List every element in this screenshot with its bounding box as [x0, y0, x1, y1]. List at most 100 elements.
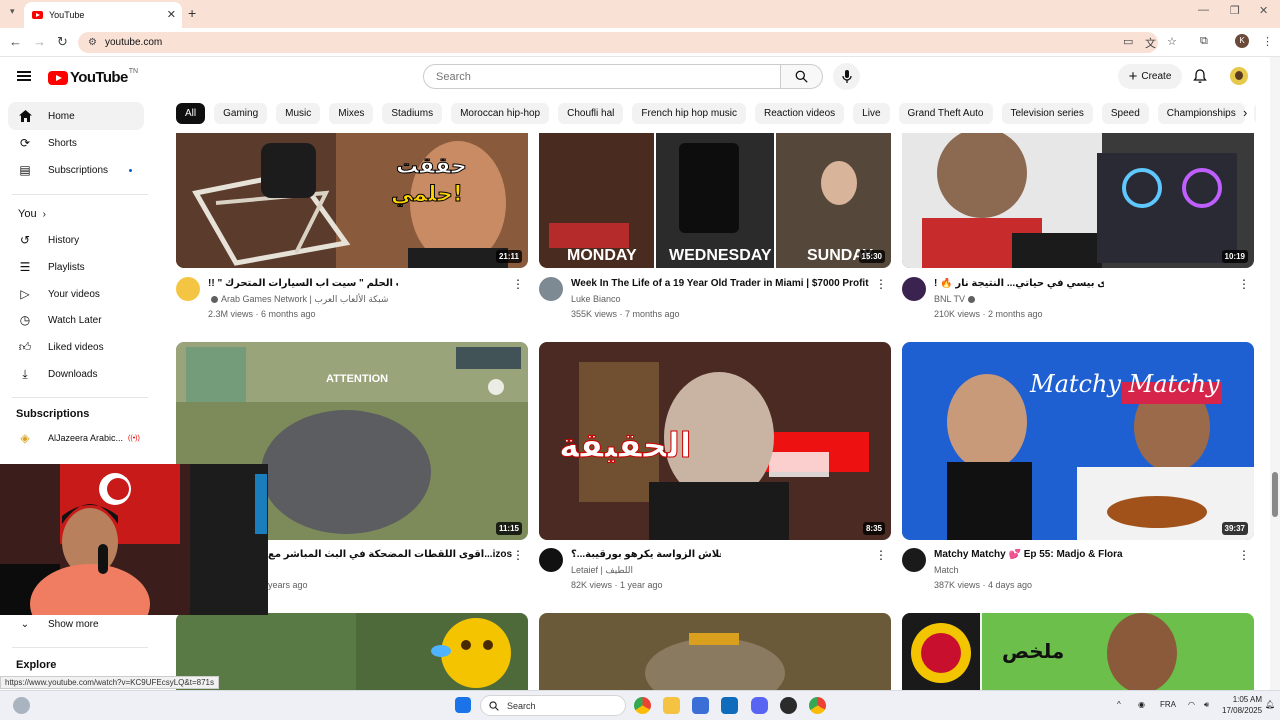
language-indicator[interactable]: FRA	[1160, 700, 1176, 709]
discord-icon[interactable]	[751, 697, 768, 714]
filter-chip[interactable]: Music	[276, 103, 321, 124]
channel-name[interactable]: Arab Games Network | شبكة الألعاب العرب	[208, 294, 388, 305]
page-scrollbar-thumb[interactable]	[1272, 472, 1278, 517]
filter-chip[interactable]: French hip hop music	[632, 103, 746, 124]
channel-name[interactable]: Luke Bianco	[571, 294, 621, 304]
browser-profile-avatar[interactable]: K	[1235, 34, 1249, 48]
omnibox[interactable]: ⚙ youtube.com	[78, 32, 1158, 53]
more-actions-icon[interactable]: ⋮	[875, 277, 887, 291]
tab-youtube[interactable]: YouTube ✕	[24, 2, 182, 28]
youtube-logo[interactable]: YouTube TN	[48, 68, 138, 86]
store-icon[interactable]	[692, 697, 709, 714]
sidebar-item-home[interactable]: Home	[8, 102, 144, 130]
video-title[interactable]: Week In The Life of a 19 Year Old Trader…	[571, 278, 871, 289]
filter-chip[interactable]: Mods	[1253, 103, 1256, 124]
translate-icon[interactable]: 文	[1145, 35, 1156, 51]
sidebar-item-liked-videos[interactable]: 👍︎ Liked videos	[8, 333, 144, 361]
video-thumbnail[interactable]: Matchy Matchy 39:37	[902, 342, 1254, 540]
video-thumbnail[interactable]: ملخص	[902, 613, 1254, 690]
filter-chip[interactable]: Television series	[1001, 103, 1093, 124]
filter-chip[interactable]: Reaction videos	[755, 103, 845, 124]
account-avatar[interactable]	[1230, 67, 1248, 85]
tab-search-icon[interactable]: ▾	[10, 6, 15, 17]
filter-chip[interactable]: Choufli hal	[558, 103, 624, 124]
channel-avatar[interactable]	[176, 277, 200, 301]
tab-close-icon[interactable]: ✕	[167, 8, 176, 21]
browser-menu-icon[interactable]: ⋮	[1262, 35, 1273, 48]
notifications-bell-icon[interactable]	[1193, 69, 1207, 84]
video-title[interactable]: أقوى اللقطات المضحكة في البث المباشر مع.…	[268, 549, 518, 560]
video-thumbnail[interactable]: حققت حلمي! 21:11	[176, 133, 528, 268]
site-info-icon[interactable]: ⚙	[88, 37, 97, 48]
search-input[interactable]	[423, 64, 781, 89]
channel-avatar[interactable]	[902, 548, 926, 572]
more-actions-icon[interactable]: ⋮	[512, 277, 524, 291]
chrome-active-app-icon[interactable]	[809, 697, 826, 714]
video-thumbnail[interactable]	[539, 613, 891, 690]
page-scrollbar-track[interactable]	[1270, 57, 1280, 690]
extensions-icon[interactable]: ⧉	[1200, 35, 1208, 48]
sidebar-item-history[interactable]: ↺ History	[8, 226, 144, 254]
more-actions-icon[interactable]: ⋮	[512, 548, 524, 562]
video-title[interactable]: ! 🔥 ركّبت أقوى بيسي في حياتي... النتيجة …	[934, 278, 1104, 289]
channel-name[interactable]: Match	[934, 565, 959, 575]
taskbar-search[interactable]: Search	[480, 695, 626, 716]
new-tab-icon[interactable]: +	[188, 5, 196, 21]
bookmark-star-icon[interactable]: ☆	[1167, 35, 1177, 48]
channel-avatar[interactable]	[902, 277, 926, 301]
search-button[interactable]	[781, 64, 823, 89]
more-actions-icon[interactable]: ⋮	[1238, 277, 1250, 291]
video-title[interactable]: علاش الزواسة يكرهو بورقيبة...؟	[571, 549, 721, 560]
sidebar-item-downloads[interactable]: ⤓ Downloads	[8, 360, 144, 388]
weather-widget-icon[interactable]	[13, 697, 30, 714]
sidebar-item-your-videos[interactable]: ▷ Your videos	[8, 280, 144, 308]
app-icon[interactable]	[780, 697, 797, 714]
filter-chip[interactable]: Mixes	[329, 103, 374, 124]
volume-icon[interactable]: 🔊︎	[1204, 700, 1209, 710]
sidebar-sub-aljazeera[interactable]: ◈ AlJazeera Arabic... ((•))	[8, 424, 144, 452]
sidebar-item-playlists[interactable]: ☰ Playlists	[8, 253, 144, 281]
minimize-icon[interactable]: —	[1198, 4, 1209, 16]
reload-icon[interactable]: ↻	[57, 34, 68, 50]
video-title[interactable]: !! " حققت الحلم " سيت اب السيارات المتحر…	[208, 278, 398, 289]
window-close-icon[interactable]: ✕	[1259, 4, 1268, 17]
video-title[interactable]: Matchy Matchy 💕 Ep 55: Madjo & Flora	[934, 549, 1234, 560]
more-actions-icon[interactable]: ⋮	[875, 548, 887, 562]
tray-overflow-icon[interactable]: ^	[1117, 700, 1121, 709]
channel-name[interactable]: Letaief | اللطيف	[571, 565, 633, 576]
channel-name[interactable]: BNL TV	[934, 294, 978, 304]
chip-scroll-right-icon[interactable]: ›	[1243, 105, 1247, 120]
sidebar-item-watch-later[interactable]: ◷ Watch Later	[8, 306, 144, 334]
filter-chip[interactable]: Grand Theft Auto	[898, 103, 993, 124]
sidebar-item-you[interactable]: You ›	[8, 200, 144, 228]
menu-hamburger-icon[interactable]	[17, 71, 31, 81]
notifications-icon[interactable]: 🔔︎	[1265, 700, 1275, 709]
video-thumbnail[interactable]	[176, 613, 528, 690]
maximize-icon[interactable]: ❐	[1230, 4, 1240, 17]
video-thumbnail[interactable]: 10:19	[902, 133, 1254, 268]
create-button[interactable]: + Create	[1118, 64, 1182, 89]
channel-avatar[interactable]	[539, 277, 563, 301]
wifi-icon[interactable]: ◠	[1188, 700, 1195, 709]
filter-chip[interactable]: Moroccan hip-hop	[451, 103, 550, 124]
back-icon[interactable]: ←	[9, 34, 22, 49]
filter-chip[interactable]: Championships	[1157, 103, 1245, 124]
sidebar-item-subscriptions[interactable]: ▤ Subscriptions	[8, 156, 144, 184]
video-thumbnail[interactable]: MONDAY WEDNESDAY SUNDAY 15:30	[539, 133, 891, 268]
forward-icon[interactable]: →	[33, 34, 46, 49]
cast-icon[interactable]: ▭	[1123, 35, 1133, 48]
channel-avatar[interactable]	[539, 548, 563, 572]
more-actions-icon[interactable]: ⋮	[1238, 548, 1250, 562]
file-explorer-icon[interactable]	[663, 697, 680, 714]
windows-start-icon[interactable]	[455, 697, 471, 713]
filter-chip[interactable]: Gaming	[214, 103, 268, 124]
filter-chip[interactable]: Speed	[1101, 103, 1149, 124]
sidebar-item-shorts[interactable]: ⟳ Shorts	[8, 129, 144, 157]
taskbar-clock[interactable]: 1:05 AM 17/08/2025	[1222, 694, 1262, 716]
tray-app-icon[interactable]: ◉	[1138, 700, 1145, 709]
chrome-app-icon[interactable]	[634, 697, 651, 714]
voice-search-button[interactable]	[833, 63, 860, 90]
video-thumbnail[interactable]: الحقيقة 8:35	[539, 342, 891, 540]
outlook-icon[interactable]	[721, 697, 738, 714]
filter-chip[interactable]: All	[176, 103, 206, 124]
